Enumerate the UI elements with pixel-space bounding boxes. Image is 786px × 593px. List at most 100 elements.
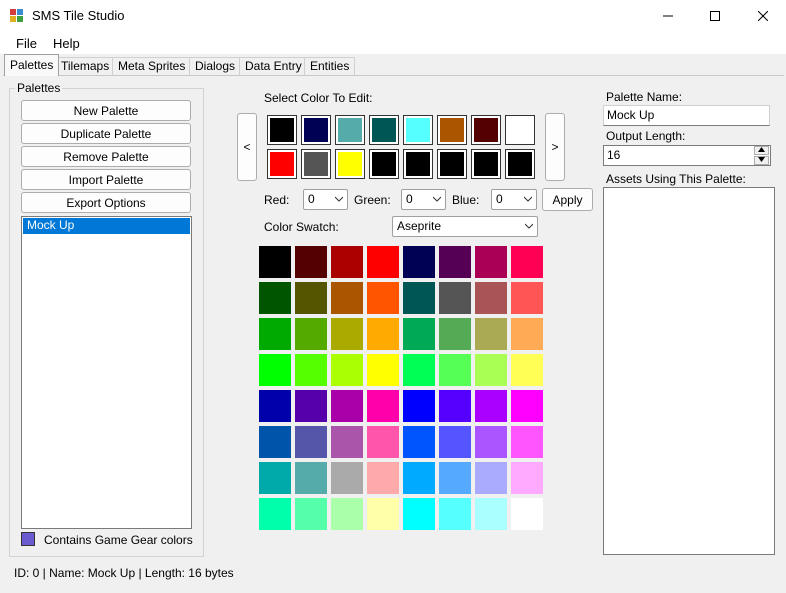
tab-palettes[interactable]: Palettes — [4, 54, 60, 76]
import-palette-button[interactable]: Import Palette — [21, 169, 191, 190]
blue-select[interactable]: 0 — [491, 189, 537, 210]
swatch-cell[interactable] — [259, 390, 291, 422]
swatch-cell[interactable] — [439, 462, 471, 494]
export-options-button[interactable]: Export Options — [21, 192, 191, 213]
swatch-cell[interactable] — [439, 246, 471, 278]
swatch-cell[interactable] — [259, 354, 291, 386]
palette-color-slot[interactable] — [267, 115, 297, 145]
palette-list[interactable] — [21, 216, 192, 529]
new-palette-button[interactable]: New Palette — [21, 100, 191, 121]
spin-up-button[interactable] — [754, 146, 769, 155]
swatch-cell[interactable] — [511, 354, 543, 386]
swatch-cell[interactable] — [295, 318, 327, 350]
next-palette-button[interactable]: > — [545, 113, 565, 181]
palette-color-slot[interactable] — [301, 115, 331, 145]
swatch-cell[interactable] — [295, 390, 327, 422]
tab-data-entry[interactable]: Data Entry — [239, 57, 308, 75]
swatch-cell[interactable] — [511, 498, 543, 530]
swatch-cell[interactable] — [367, 498, 399, 530]
red-select[interactable]: 0 — [303, 189, 348, 210]
swatch-cell[interactable] — [259, 426, 291, 458]
swatch-cell[interactable] — [295, 246, 327, 278]
swatch-cell[interactable] — [331, 498, 363, 530]
swatch-cell[interactable] — [439, 390, 471, 422]
close-button[interactable] — [740, 0, 786, 32]
swatch-cell[interactable] — [367, 282, 399, 314]
palette-color-slot[interactable] — [471, 149, 501, 179]
swatch-cell[interactable] — [367, 354, 399, 386]
palette-color-slot[interactable] — [471, 115, 501, 145]
palette-color-slot[interactable] — [437, 115, 467, 145]
duplicate-palette-button[interactable]: Duplicate Palette — [21, 123, 191, 144]
swatch-cell[interactable] — [367, 318, 399, 350]
swatch-cell[interactable] — [511, 390, 543, 422]
swatch-cell[interactable] — [511, 282, 543, 314]
menu-help[interactable]: Help — [53, 36, 80, 51]
output-length-input[interactable]: 16 — [603, 145, 771, 166]
swatch-cell[interactable] — [295, 426, 327, 458]
palette-color-slot[interactable] — [335, 149, 365, 179]
swatch-cell[interactable] — [403, 246, 435, 278]
swatch-cell[interactable] — [295, 462, 327, 494]
tab-meta-sprites[interactable]: Meta Sprites — [112, 57, 192, 75]
swatch-cell[interactable] — [403, 282, 435, 314]
swatch-cell[interactable] — [259, 498, 291, 530]
swatch-cell[interactable] — [403, 318, 435, 350]
swatch-cell[interactable] — [511, 426, 543, 458]
swatch-cell[interactable] — [475, 498, 507, 530]
swatch-cell[interactable] — [367, 426, 399, 458]
swatch-cell[interactable] — [511, 462, 543, 494]
maximize-button[interactable] — [692, 0, 738, 32]
palette-color-slot[interactable] — [505, 115, 535, 145]
swatch-cell[interactable] — [331, 390, 363, 422]
swatch-cell[interactable] — [295, 282, 327, 314]
list-item[interactable]: Mock Up — [23, 218, 190, 234]
swatch-cell[interactable] — [403, 498, 435, 530]
minimize-button[interactable] — [645, 0, 691, 32]
palette-color-slot[interactable] — [267, 149, 297, 179]
palette-color-slot[interactable] — [335, 115, 365, 145]
swatch-cell[interactable] — [331, 354, 363, 386]
green-select[interactable]: 0 — [401, 189, 446, 210]
swatch-cell[interactable] — [331, 282, 363, 314]
palette-color-slot[interactable] — [505, 149, 535, 179]
palette-color-slot[interactable] — [301, 149, 331, 179]
swatch-cell[interactable] — [511, 246, 543, 278]
palette-color-slot[interactable] — [437, 149, 467, 179]
swatch-cell[interactable] — [439, 282, 471, 314]
palette-color-slot[interactable] — [369, 149, 399, 179]
swatch-cell[interactable] — [403, 462, 435, 494]
swatch-cell[interactable] — [475, 282, 507, 314]
swatch-cell[interactable] — [331, 426, 363, 458]
swatch-cell[interactable] — [439, 498, 471, 530]
swatch-cell[interactable] — [475, 318, 507, 350]
palette-color-slot[interactable] — [369, 115, 399, 145]
swatch-cell[interactable] — [439, 426, 471, 458]
swatch-cell[interactable] — [475, 426, 507, 458]
palette-color-slot[interactable] — [403, 149, 433, 179]
swatch-cell[interactable] — [511, 318, 543, 350]
palette-name-input[interactable]: Mock Up — [603, 105, 770, 126]
assets-list[interactable] — [603, 187, 775, 555]
swatch-cell[interactable] — [259, 462, 291, 494]
tab-entities[interactable]: Entities — [304, 57, 356, 75]
palette-color-slot[interactable] — [403, 115, 433, 145]
swatch-cell[interactable] — [439, 318, 471, 350]
swatch-cell[interactable] — [475, 246, 507, 278]
swatch-cell[interactable] — [331, 246, 363, 278]
swatch-cell[interactable] — [259, 282, 291, 314]
swatch-cell[interactable] — [331, 318, 363, 350]
tab-dialogs[interactable]: Dialogs — [189, 57, 242, 75]
swatch-cell[interactable] — [475, 462, 507, 494]
swatch-cell[interactable] — [475, 390, 507, 422]
swatch-cell[interactable] — [403, 390, 435, 422]
swatch-cell[interactable] — [475, 354, 507, 386]
prev-palette-button[interactable]: < — [237, 113, 257, 181]
apply-button[interactable]: Apply — [542, 188, 593, 211]
swatch-cell[interactable] — [259, 318, 291, 350]
swatch-cell[interactable] — [403, 354, 435, 386]
spin-down-button[interactable] — [754, 156, 769, 165]
swatch-cell[interactable] — [367, 462, 399, 494]
gamegear-checkbox[interactable] — [21, 532, 35, 546]
swatch-cell[interactable] — [295, 498, 327, 530]
